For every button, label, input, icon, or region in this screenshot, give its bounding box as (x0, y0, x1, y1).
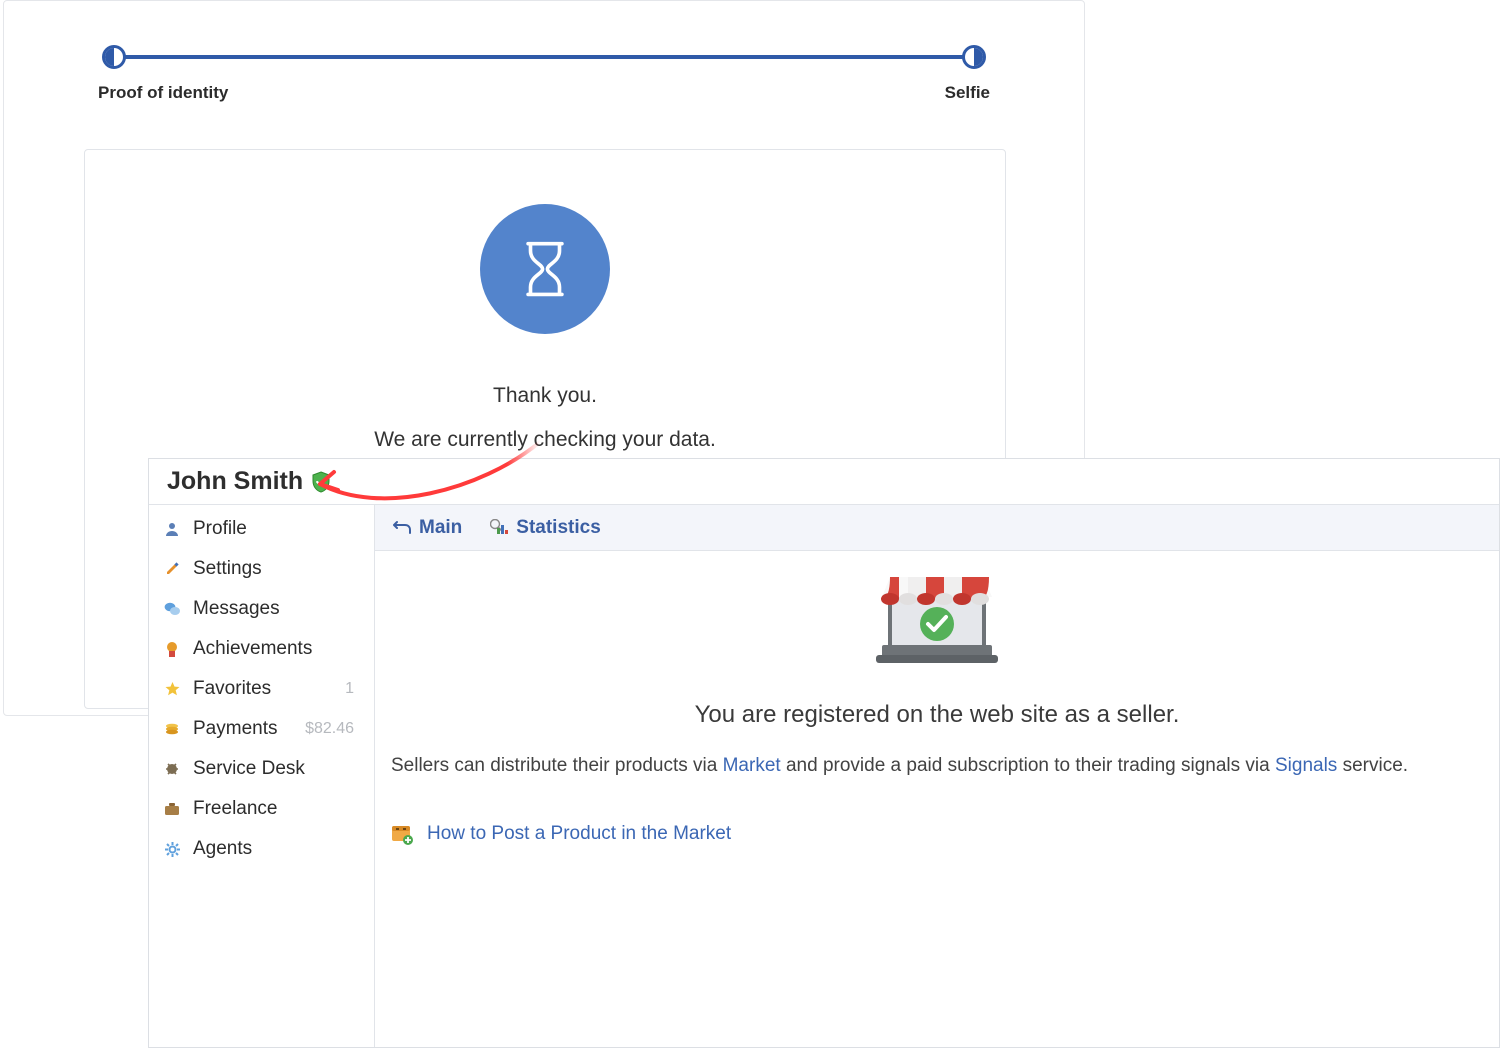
signals-link[interactable]: Signals (1275, 755, 1337, 776)
favorites-count: 1 (345, 680, 354, 698)
tab-label: Statistics (516, 517, 600, 539)
sidebar-item-achievements[interactable]: Achievements (149, 629, 374, 669)
verification-progress: Proof of identity Selfie (104, 55, 984, 59)
sidebar: Profile Settings Messages Achievements (149, 505, 375, 1047)
content-toolbar: Main Statistics (375, 505, 1499, 551)
bar-chart-icon (490, 519, 508, 537)
back-arrow-icon (393, 519, 411, 537)
progress-label-selfie: Selfie (945, 83, 990, 103)
sidebar-item-label: Settings (193, 558, 360, 580)
star-icon (163, 680, 181, 698)
bug-icon (163, 760, 181, 778)
coins-icon (163, 720, 181, 738)
progress-step-identity-icon (102, 45, 126, 69)
tab-main[interactable]: Main (393, 517, 462, 539)
user-icon (163, 520, 181, 538)
seller-desc-text: Sellers can distribute their products vi… (391, 755, 723, 776)
sidebar-item-settings[interactable]: Settings (149, 549, 374, 589)
progress-track (114, 55, 974, 59)
medal-icon (163, 640, 181, 658)
sidebar-item-label: Agents (193, 838, 360, 860)
progress-step-selfie-icon (962, 45, 986, 69)
verified-shield-icon (311, 471, 331, 493)
box-plus-icon (391, 823, 413, 845)
payments-amount: $82.46 (305, 720, 354, 738)
progress-label-identity: Proof of identity (98, 83, 228, 103)
sidebar-item-label: Messages (193, 598, 360, 620)
sidebar-item-profile[interactable]: Profile (149, 509, 374, 549)
pencil-icon (163, 560, 181, 578)
gear-icon (163, 840, 181, 858)
seller-desc-text: service. (1337, 755, 1408, 776)
sidebar-item-payments[interactable]: Payments $82.46 (149, 709, 374, 749)
thankyou-title: Thank you. (85, 384, 1005, 408)
sidebar-item-label: Favorites (193, 678, 333, 700)
sidebar-item-label: Achievements (193, 638, 360, 660)
market-link[interactable]: Market (723, 755, 781, 776)
content-area: Main Statistics (375, 505, 1499, 1047)
shop-illustration-icon (872, 569, 1002, 674)
sidebar-item-agents[interactable]: Agents (149, 829, 374, 869)
username-label: John Smith (167, 467, 303, 496)
profile-header: John Smith (149, 459, 1499, 505)
howto-row: How to Post a Product in the Market (391, 823, 731, 845)
seller-desc-text: and provide a paid subscription to their… (781, 755, 1275, 776)
sidebar-item-messages[interactable]: Messages (149, 589, 374, 629)
seller-description: Sellers can distribute their products vi… (391, 751, 1469, 780)
sidebar-item-servicedesk[interactable]: Service Desk (149, 749, 374, 789)
thankyou-subtitle: We are currently checking your data. (85, 428, 1005, 452)
howto-link[interactable]: How to Post a Product in the Market (427, 823, 731, 845)
tab-label: Main (419, 517, 462, 539)
sidebar-item-label: Profile (193, 518, 360, 540)
chat-icon (163, 600, 181, 618)
briefcase-icon (163, 800, 181, 818)
sidebar-item-label: Payments (193, 718, 293, 740)
sidebar-item-favorites[interactable]: Favorites 1 (149, 669, 374, 709)
hourglass-icon (480, 204, 610, 334)
profile-panel: John Smith Profile Settings (148, 458, 1500, 1048)
sidebar-item-label: Freelance (193, 798, 360, 820)
tab-statistics[interactable]: Statistics (490, 517, 600, 539)
seller-heading: You are registered on the web site as a … (375, 701, 1499, 729)
sidebar-item-label: Service Desk (193, 758, 360, 780)
sidebar-item-freelance[interactable]: Freelance (149, 789, 374, 829)
